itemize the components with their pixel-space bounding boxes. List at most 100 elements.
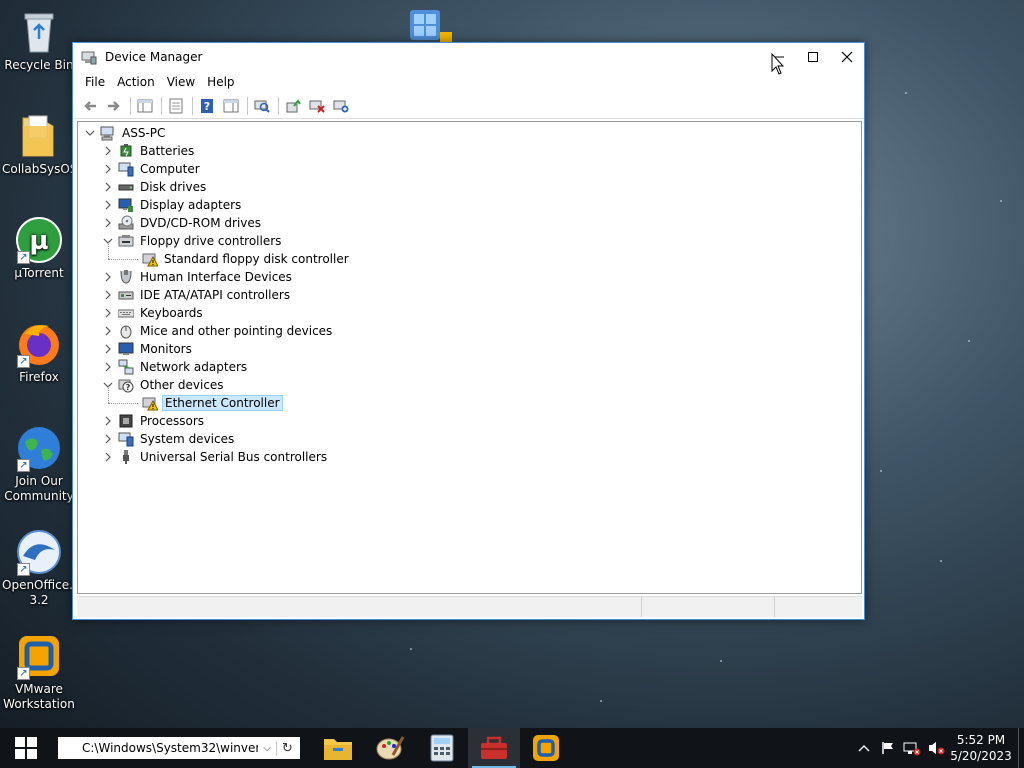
chevron-down-icon[interactable]: ⌵ (258, 743, 276, 754)
chevron-right-icon[interactable] (102, 325, 114, 337)
speaker-muted-icon[interactable] (924, 728, 948, 768)
system-tray: 5:52 PM 5/20/2023 (852, 728, 1024, 768)
show-hide-console-tree-icon[interactable] (134, 95, 156, 117)
tree-category-row[interactable]: Floppy drive controllers (78, 232, 861, 250)
show-desktop-button[interactable] (1018, 728, 1024, 768)
chevron-down-icon[interactable] (84, 127, 96, 139)
shortcut-arrow-icon: ↗ (17, 563, 30, 576)
help-icon[interactable]: ? (196, 95, 218, 117)
desktop-icon-openoffice[interactable]: ↗ OpenOffice... 3.2 (2, 528, 81, 608)
enable-device-icon[interactable] (330, 95, 352, 117)
device-tree[interactable]: ASS-PC Batteries Computer Disk drives Di… (77, 121, 862, 594)
taskbar-vmware[interactable] (520, 728, 572, 768)
chevron-right-icon[interactable] (102, 343, 114, 355)
chevron-right-icon[interactable] (102, 289, 114, 301)
device-manager-window[interactable]: Device Manager File Action View Help ? A… (72, 42, 865, 620)
tree-device-row[interactable]: Standard floppy disk controller (78, 241, 861, 268)
vmware-icon (533, 735, 559, 761)
tree-category-row[interactable]: ? Other devices (78, 376, 861, 394)
tree-category-row[interactable]: Processors (78, 412, 861, 430)
tree-category-row[interactable]: Display adapters (78, 196, 861, 214)
tree-category-row[interactable]: Mice and other pointing devices (78, 322, 861, 340)
floppy-controller-icon (118, 233, 134, 249)
desktop-icon-recycle-bin[interactable]: Recycle Bin (2, 8, 76, 73)
refresh-icon[interactable]: ↻ (276, 740, 298, 756)
network-icon[interactable] (900, 728, 924, 768)
recycle-bin-icon (15, 8, 63, 56)
tree-category-row[interactable]: Disk drives (78, 178, 861, 196)
desktop-icon-collabsysos[interactable]: CollabSysOS (2, 112, 77, 177)
taskbar-paint[interactable] (364, 728, 416, 768)
start-button[interactable] (0, 728, 52, 768)
tree-device-row[interactable]: Ethernet Controller (78, 385, 861, 412)
run-box-text[interactable]: C:\Windows\System32\winver.ex (82, 741, 258, 755)
tree-category-label: Other devices (140, 378, 224, 392)
show-hide-action-pane-icon[interactable] (220, 95, 242, 117)
chevron-right-icon[interactable] (102, 145, 114, 157)
menu-file[interactable]: File (79, 75, 111, 89)
address-run-box[interactable]: C:\Windows\System32\winver.ex ⌵ ↻ (58, 737, 300, 759)
chevron-right-icon[interactable] (102, 361, 114, 373)
taskbar-device-manager[interactable] (468, 728, 520, 768)
tree-category-row[interactable]: Computer (78, 160, 861, 178)
properties-icon[interactable] (165, 95, 187, 117)
tree-category-label: Keyboards (140, 306, 203, 320)
chevron-right-icon[interactable] (102, 271, 114, 283)
scan-hardware-icon[interactable] (251, 95, 273, 117)
desktop-icon-vmware[interactable]: ↗ VMware Workstation (2, 632, 76, 712)
chevron-right-icon[interactable] (102, 217, 114, 229)
tree-category-label: Processors (140, 414, 205, 428)
title-bar[interactable]: Device Manager (73, 43, 864, 71)
menu-help[interactable]: Help (201, 75, 240, 89)
windows-disk-icon[interactable] (406, 6, 452, 42)
chevron-right-icon[interactable] (102, 199, 114, 211)
maximize-button[interactable] (796, 43, 830, 71)
desktop-icon-utorrent[interactable]: µ ↗ µTorrent (2, 216, 76, 281)
tree-category-label: Floppy drive controllers (140, 234, 282, 248)
tree-category-row[interactable]: Keyboards (78, 304, 861, 322)
device-warning-icon (142, 395, 158, 411)
disk-drive-icon (118, 179, 134, 195)
chevron-up-icon[interactable] (852, 728, 876, 768)
tree-category-row[interactable]: Monitors (78, 340, 861, 358)
menu-view[interactable]: View (161, 75, 201, 89)
processor-icon (118, 413, 134, 429)
tree-category-row[interactable]: Universal Serial Bus controllers (78, 448, 861, 466)
tree-category-label: Monitors (140, 342, 192, 356)
ide-controller-icon (118, 287, 134, 303)
chevron-right-icon[interactable] (102, 181, 114, 193)
tree-category-row[interactable]: System devices (78, 430, 861, 448)
svg-text:?: ? (204, 100, 210, 113)
chevron-right-icon[interactable] (102, 451, 114, 463)
chevron-right-icon[interactable] (102, 433, 114, 445)
shortcut-arrow-icon: ↗ (17, 459, 30, 472)
tree-root-row[interactable]: ASS-PC (78, 124, 861, 142)
taskbar-calculator[interactable] (416, 728, 468, 768)
mouse-cursor-icon (771, 52, 785, 78)
chevron-right-icon[interactable] (102, 307, 114, 319)
tree-category-row[interactable]: Human Interface Devices (78, 268, 861, 286)
tree-category-row[interactable]: DVD/CD-ROM drives (78, 214, 861, 232)
tree-category-row[interactable]: Batteries (78, 142, 861, 160)
uninstall-device-icon[interactable] (306, 95, 328, 117)
tree-category-label: Universal Serial Bus controllers (140, 450, 328, 464)
desktop-icon-firefox[interactable]: ↗ Firefox (2, 320, 76, 385)
tree-category-label: DVD/CD-ROM drives (140, 216, 262, 230)
desktop-icon-label: OpenOffice... 3.2 (2, 578, 81, 607)
tree-category-row[interactable]: IDE ATA/ATAPI controllers (78, 286, 861, 304)
chevron-right-icon[interactable] (102, 415, 114, 427)
flag-icon[interactable] (876, 728, 900, 768)
update-driver-icon[interactable] (282, 95, 304, 117)
clock[interactable]: 5:52 PM 5/20/2023 (948, 732, 1014, 764)
window-title: Device Manager (105, 50, 203, 64)
tree-category-row[interactable]: Network adapters (78, 358, 861, 376)
tree-device-label: Ethernet Controller (162, 395, 283, 411)
clock-time: 5:52 PM (956, 733, 1006, 747)
desktop-icon-join-our-community[interactable]: ↗ Join Our Community (2, 424, 76, 504)
back-button[interactable] (79, 95, 101, 117)
menu-action[interactable]: Action (111, 75, 161, 89)
close-button[interactable] (830, 43, 864, 71)
taskbar-file-explorer[interactable] (312, 728, 364, 768)
forward-button[interactable] (103, 95, 125, 117)
chevron-right-icon[interactable] (102, 163, 114, 175)
